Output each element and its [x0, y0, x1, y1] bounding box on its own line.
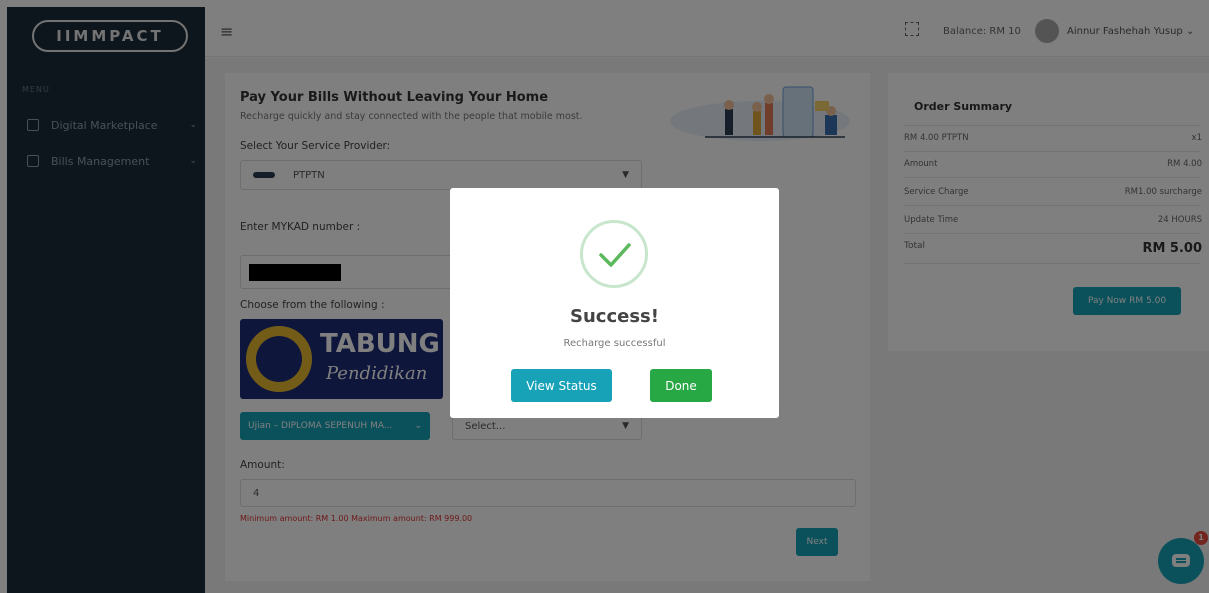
modal-message: Recharge successful — [563, 338, 666, 349]
success-modal: Success! Recharge successful View Status… — [450, 188, 779, 418]
done-button[interactable]: Done — [650, 369, 712, 402]
modal-title: Success! — [570, 306, 659, 327]
success-check-icon — [580, 220, 648, 288]
view-status-button[interactable]: View Status — [511, 369, 612, 402]
